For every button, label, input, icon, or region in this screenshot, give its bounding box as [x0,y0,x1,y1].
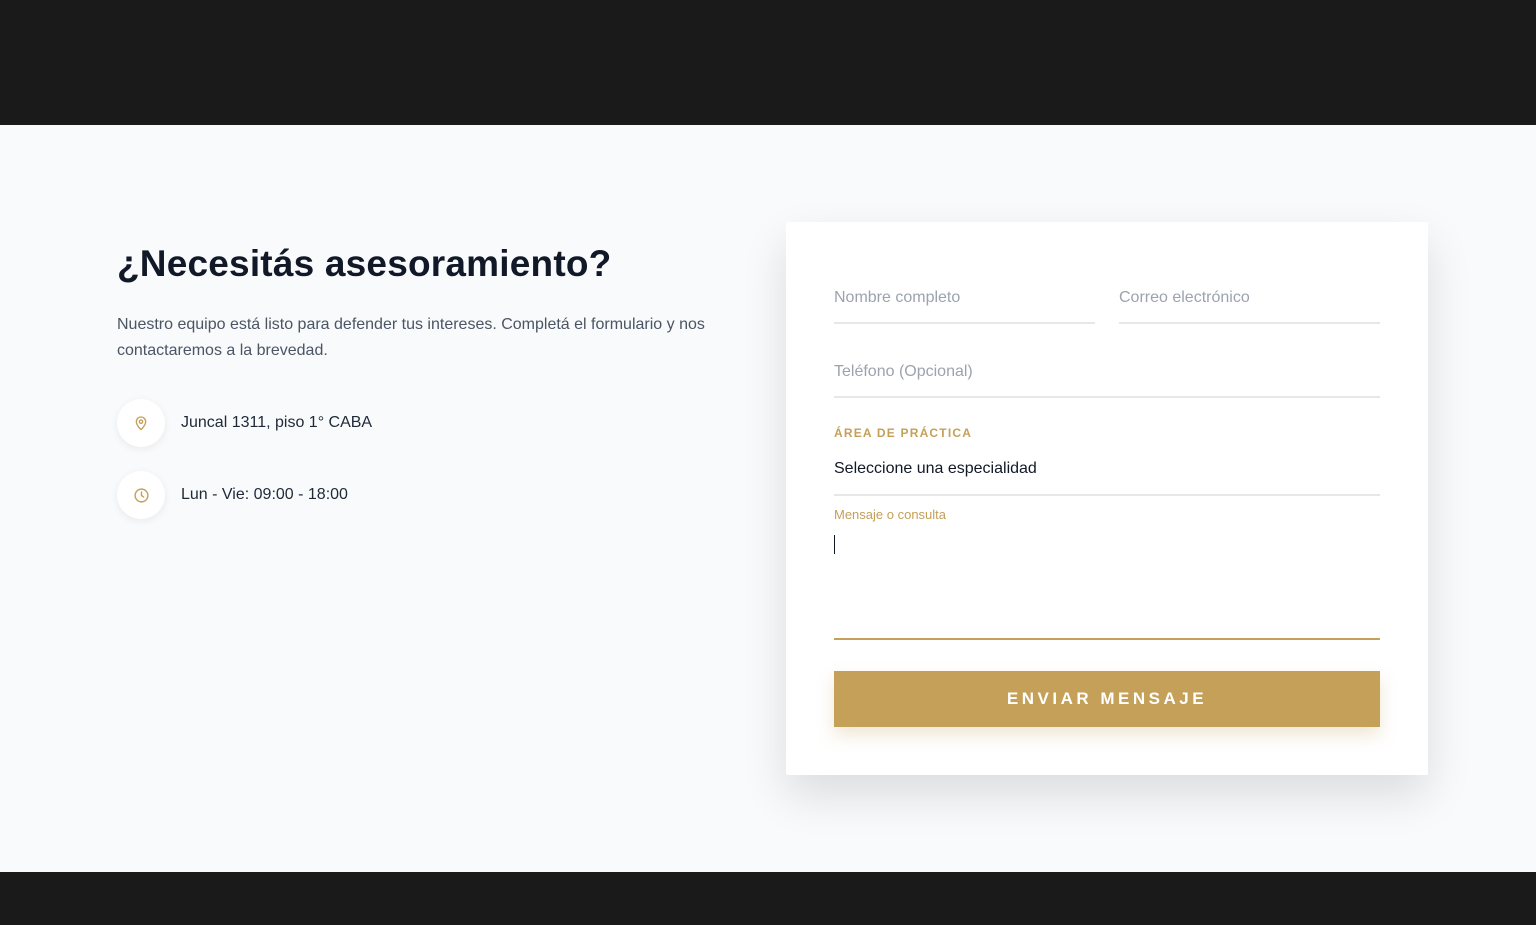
name-input[interactable] [834,278,1095,318]
top-header-bar [0,0,1536,125]
submit-button[interactable]: ENVIAR MENSAJE [834,671,1380,727]
phone-field-wrapper [834,352,1380,398]
phone-input[interactable] [834,352,1380,392]
email-input[interactable] [1119,278,1380,318]
contact-info: ¿Necesitás asesoramiento? Nuestro equipo… [117,240,737,519]
hours-text: Lun - Vie: 09:00 - 18:00 [181,486,348,503]
contact-form: ÁREA DE PRÁCTICA Seleccione una especial… [786,222,1428,775]
practice-area-selected: Seleccione una especialidad [834,460,1037,477]
practice-area-label: ÁREA DE PRÁCTICA [834,426,973,440]
message-label: Mensaje o consulta [834,507,947,522]
email-field-wrapper [1119,278,1380,324]
section-intro: Nuestro equipo está listo para defender … [117,316,705,359]
message-textarea[interactable] [834,528,1380,640]
location-pin-icon [117,399,165,447]
footer-bar [0,872,1536,925]
section-heading: ¿Necesitás asesoramiento? [117,243,612,284]
practice-area-select[interactable]: Seleccione una especialidad [834,454,1380,496]
text-cursor [834,535,835,554]
clock-icon [117,471,165,519]
contact-hours: Lun - Vie: 09:00 - 18:00 [117,471,737,519]
contact-address: Juncal 1311, piso 1° CABA [117,399,737,447]
address-text: Juncal 1311, piso 1° CABA [181,414,373,431]
name-field-wrapper [834,278,1095,324]
